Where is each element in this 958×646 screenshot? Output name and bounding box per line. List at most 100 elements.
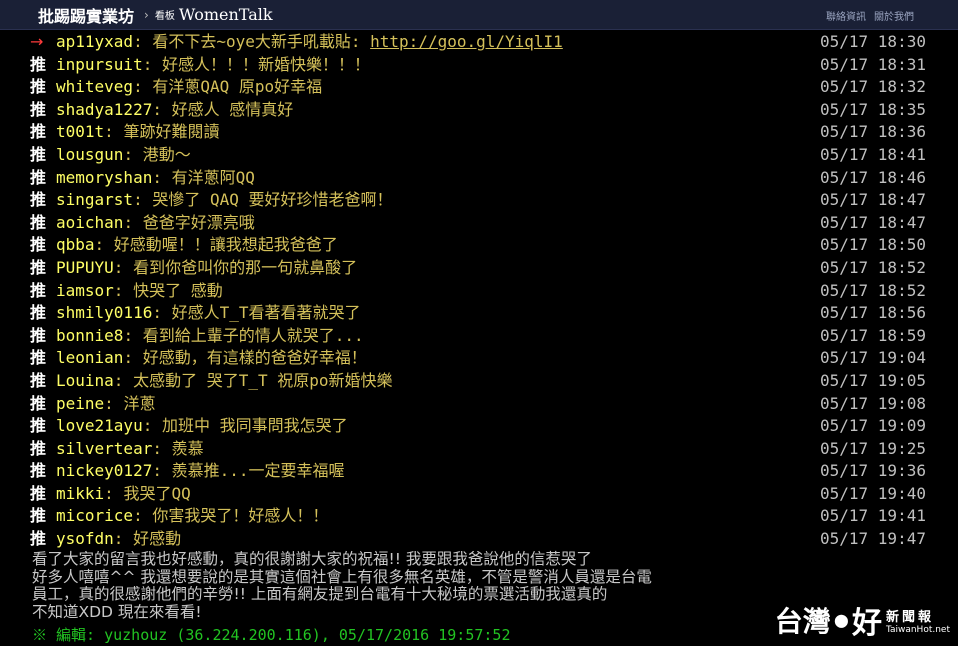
comment-text: 有洋蔥QAQ 原po好幸福 [152, 77, 323, 97]
comment-user: Louina [56, 370, 114, 390]
comment-colon: : [142, 54, 162, 74]
comment-user: lousgun [56, 144, 124, 164]
comment-time: 05/17 18:47 [820, 212, 926, 232]
comment-colon: : [152, 167, 172, 187]
board-name-link[interactable]: WomenTalk [179, 5, 273, 24]
comment-user: shadya1227 [56, 99, 153, 119]
comment-colon: : [133, 506, 153, 526]
comment-colon: : [152, 303, 172, 323]
watermark-dot: ● [834, 607, 848, 633]
comment-colon: : [113, 257, 134, 277]
comment-text: 加班中 我同事問我怎哭了 [161, 416, 348, 436]
comment-user: nickey0127 [56, 461, 153, 481]
comment-row: 推 silvertear: 羨慕 05/17 19:25 [30, 438, 950, 461]
breadcrumb-separator: › [144, 7, 149, 22]
comment-text: 洋蔥 [123, 393, 156, 413]
comment-time: 05/17 18:41 [820, 144, 926, 164]
push-tag: 推 [30, 370, 47, 390]
comment-text: 看到你爸叫你的那一句就鼻酸了 [133, 257, 358, 277]
comment-text: 快哭了 感動 [133, 280, 223, 300]
comment-user: bonnie8 [56, 325, 124, 345]
comment-time: 05/17 19:41 [820, 506, 926, 526]
comment-link[interactable]: http://goo.gl/YiqlI1 [370, 32, 563, 51]
comment-user: t001t [56, 122, 105, 142]
contact-link[interactable]: 聯絡資訊 [826, 8, 866, 23]
comment-row: 推 lousgun: 港動～ 05/17 18:41 [30, 144, 950, 167]
comment-colon: : [152, 438, 172, 458]
comment-time: 05/17 19:08 [820, 393, 926, 413]
comment-row: 推 shmily0116: 好感人T_T看著看著就哭了 05/17 18:56 [30, 302, 950, 325]
comment-text: 筆跡好難閱讀 [123, 122, 220, 142]
comment-row: 推 memoryshan: 有洋蔥阿QQ 05/17 18:46 [30, 167, 950, 190]
comment-user: silvertear [56, 438, 153, 458]
comment-time: 05/17 18:56 [820, 303, 926, 323]
comment-time: 05/17 18:31 [820, 54, 926, 74]
comment-time: 05/17 18:50 [820, 235, 926, 255]
push-tag: 推 [30, 212, 47, 232]
comment-time: 05/17 18:52 [820, 280, 926, 300]
comment-user: iamsor [56, 280, 114, 300]
push-tag: 推 [30, 257, 47, 277]
comment-row: 推 love21ayu: 加班中 我同事問我怎哭了 05/17 19:09 [30, 415, 950, 438]
comment-row: 推 inpursuit: 好感人！！！新婚快樂！！！ 05/17 18:31 [30, 54, 950, 77]
comment-text: 好感人 感情真好 [171, 99, 294, 119]
watermark-hao: 好 [851, 606, 882, 641]
comment-text: 好感動喔！！讓我想起我爸爸了 [113, 235, 338, 255]
comment-colon: : [123, 144, 143, 164]
edit-info: ※ 編輯: yuzhouz (36.224.200.116), 05/17/20… [32, 626, 511, 644]
comment-row: 推 ysofdn: 好感動 05/17 19:47 [30, 528, 950, 551]
comment-time: 05/17 18:30 [820, 32, 926, 51]
push-tag: 推 [30, 461, 47, 481]
comment-colon: : [104, 122, 124, 142]
push-tag: 推 [30, 529, 47, 549]
board-label: 看板 [154, 11, 175, 22]
push-tag: 推 [30, 303, 47, 323]
comment-time: 05/17 18:59 [820, 325, 926, 345]
comment-colon: : [123, 348, 143, 368]
watermark-news: 新聞報 [885, 609, 934, 625]
comment-time: 05/17 18:52 [820, 257, 926, 277]
comment-colon: : [123, 325, 143, 345]
comment-user: love21ayu [56, 416, 143, 436]
comment-text: 哭慘了 QAQ 要好好珍惜老爸啊！ [152, 190, 393, 210]
comment-text: 羨慕 [171, 438, 204, 458]
watermark-url: TaiwanHot.net [885, 624, 950, 635]
comment-row: 推 t001t: 筆跡好難閱讀 05/17 18:36 [30, 121, 950, 144]
push-tag: 推 [30, 416, 47, 436]
push-tag: 推 [30, 325, 47, 345]
comment-row: 推 bonnie8: 看到給上輩子的情人就哭了... 05/17 18:59 [30, 325, 950, 348]
comment-time: 05/17 18:35 [820, 99, 926, 119]
comment-colon: : [152, 461, 172, 481]
push-tag: 推 [30, 77, 47, 97]
watermark-logo: 台灣 ● 好 新聞報 TaiwanHot.net [775, 600, 950, 641]
comment-time: 05/17 19:04 [820, 348, 926, 368]
comment-colon: : [123, 212, 143, 232]
comment-time: 05/17 19:47 [820, 529, 926, 549]
comment-time: 05/17 18:46 [820, 167, 926, 187]
comment-time: 05/17 18:32 [820, 77, 926, 97]
comment-colon: : [113, 370, 134, 390]
comment-colon: : [113, 529, 134, 549]
comment-user: qbba [56, 235, 95, 255]
comment-time: 05/17 18:36 [820, 122, 926, 142]
push-tag: 推 [30, 144, 47, 164]
post-line: 好多人嘻嘻^^ 我還想要說的是其實這個社會上有很多無名英雄，不管是警消人員還是台… [32, 567, 652, 586]
push-tag: 推 [30, 54, 47, 74]
comment-colon: : [142, 416, 162, 436]
push-tag: 推 [30, 167, 47, 187]
push-tag: 推 [30, 506, 47, 526]
comment-colon: : [133, 77, 153, 97]
comment-user: mikki [56, 483, 105, 503]
comment-text: 好感人！！！新婚快樂！！！ [161, 54, 370, 74]
comment-row: 推 peine: 洋蔥 05/17 19:08 [30, 393, 950, 416]
comment-time: 05/17 19:05 [820, 370, 926, 390]
comment-user: peine [56, 393, 105, 413]
site-name-link[interactable]: 批踢踢實業坊 [38, 3, 134, 27]
comment-user: ysofdn [56, 529, 114, 549]
comment-user: inpursuit [56, 54, 143, 74]
top-bar: 批踢踢實業坊 › 看板 WomenTalk 聯絡資訊 關於我們 [0, 0, 958, 30]
about-link[interactable]: 關於我們 [874, 8, 914, 23]
comment-colon: : [152, 99, 172, 119]
comment-row: 推 shadya1227: 好感人 感情真好 05/17 18:35 [30, 99, 950, 122]
comment-text: 羨慕推...一定要幸福喔 [171, 461, 345, 481]
